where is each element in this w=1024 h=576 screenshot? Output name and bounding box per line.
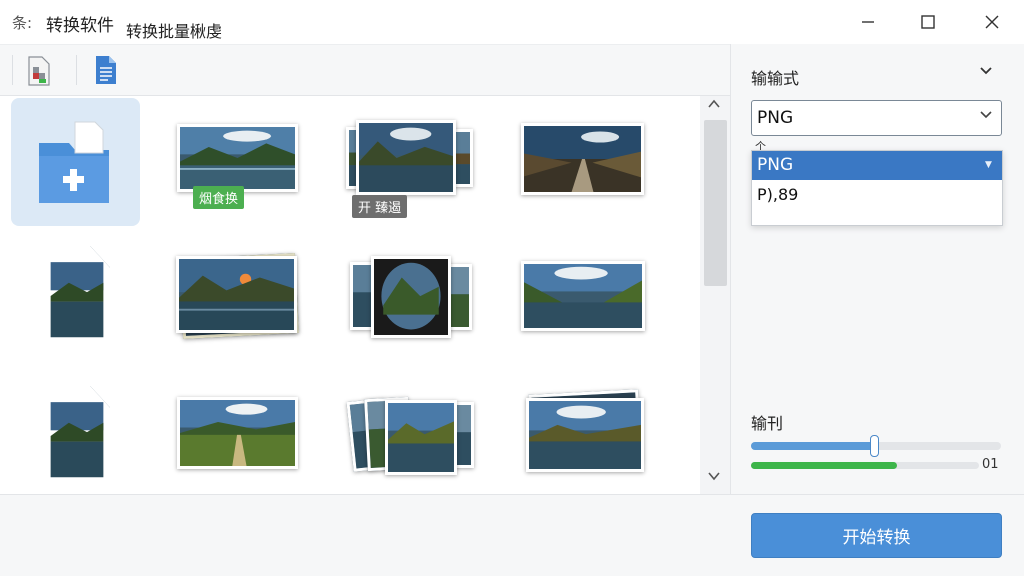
landscape-photo xyxy=(388,403,454,472)
image-file-thumbnail[interactable] xyxy=(44,246,110,344)
landscape-photo xyxy=(529,401,641,469)
image-thumbnail[interactable] xyxy=(177,124,298,192)
caret-down-icon: ▼ xyxy=(985,160,992,170)
landscape-photo xyxy=(449,267,469,327)
start-convert-button[interactable]: 开始转换 xyxy=(751,513,1002,558)
status-badge: 开 臻遏 xyxy=(352,195,408,218)
chevron-down-icon[interactable] xyxy=(980,109,992,124)
landscape-photo xyxy=(180,127,295,189)
minimize-icon xyxy=(862,21,874,23)
image-thumbnail[interactable] xyxy=(356,120,456,195)
landscape-photo xyxy=(47,389,107,481)
scroll-down-icon[interactable] xyxy=(708,470,720,485)
toolbar xyxy=(0,44,730,96)
quality-slider-fill xyxy=(751,442,874,450)
add-image-button[interactable] xyxy=(26,55,52,91)
image-thumbnail[interactable] xyxy=(177,397,298,469)
scrollbar-thumb[interactable] xyxy=(704,120,727,286)
image-thumbnail[interactable] xyxy=(385,400,457,475)
progress-value: 01 xyxy=(982,457,999,472)
quality-slider-handle[interactable] xyxy=(869,435,879,457)
landscape-photo xyxy=(455,405,471,465)
toolbar-divider xyxy=(12,55,13,85)
landscape-photo xyxy=(524,264,642,328)
batch-convert-button[interactable] xyxy=(94,55,118,89)
add-files-tile[interactable] xyxy=(11,98,140,226)
toolbar-divider xyxy=(76,55,77,85)
landscape-photo xyxy=(180,400,295,466)
maximize-button[interactable] xyxy=(896,0,960,44)
quality-label: 输刊 xyxy=(751,414,784,433)
app-icon: 条: xyxy=(12,14,33,32)
minimize-button[interactable] xyxy=(836,0,900,44)
close-icon xyxy=(985,15,999,29)
image-file-thumbnail[interactable] xyxy=(44,386,110,484)
document-icon xyxy=(96,56,116,84)
landscape-photo xyxy=(374,259,448,335)
image-thumbnail[interactable] xyxy=(176,256,297,333)
image-thumbnail[interactable] xyxy=(526,398,644,472)
maximize-icon xyxy=(921,15,935,29)
image-thumbnail[interactable] xyxy=(371,256,451,338)
output-format-label: 输输式 xyxy=(751,69,800,88)
progress-bar-fill xyxy=(751,462,897,469)
chevron-down-icon[interactable] xyxy=(980,64,992,80)
batch-convert-label[interactable]: 转换批量楸虔 xyxy=(126,18,222,42)
landscape-photo xyxy=(179,259,294,330)
window-title: 转换软件 xyxy=(46,16,114,36)
landscape-photo xyxy=(524,126,641,192)
dropdown-option-second[interactable]: P),89 xyxy=(757,185,798,204)
landscape-photo xyxy=(454,132,470,184)
image-thumbnail[interactable] xyxy=(521,261,645,331)
landscape-photo xyxy=(47,249,107,341)
format-select-value[interactable]: PNG xyxy=(757,108,793,128)
image-file-icon xyxy=(28,56,50,86)
close-button[interactable] xyxy=(960,0,1024,44)
folder-plus-icon xyxy=(39,121,109,203)
image-thumbnail[interactable] xyxy=(521,123,644,195)
scroll-up-icon[interactable] xyxy=(708,98,720,113)
landscape-photo xyxy=(359,123,453,192)
dropdown-option-png[interactable]: PNG xyxy=(757,155,793,175)
status-badge: 烟食换 xyxy=(193,186,245,209)
